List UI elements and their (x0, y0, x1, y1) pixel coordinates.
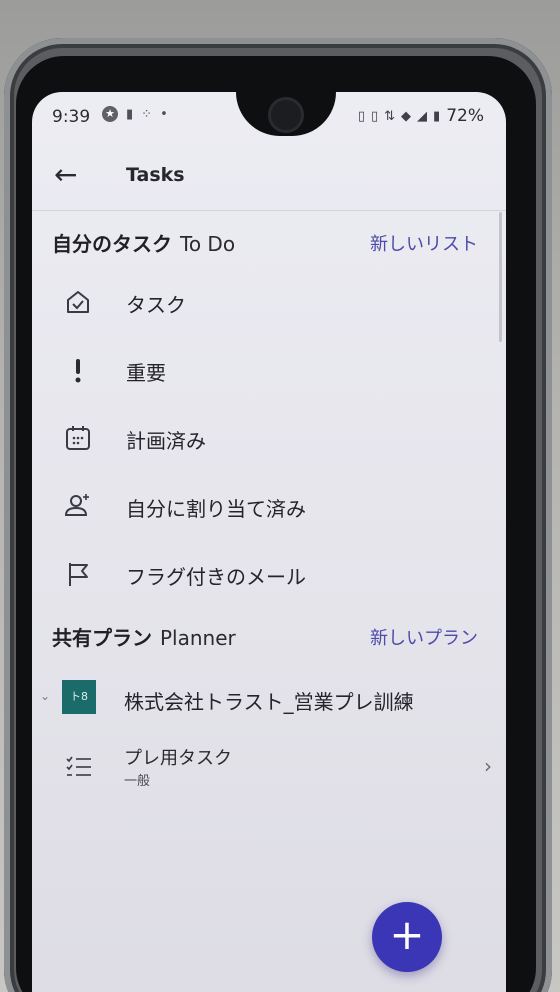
shared-plans-title-text: 共有プラン (52, 626, 152, 650)
notification-app-icon: ▮ (126, 106, 134, 122)
signal-icon: ◢ (417, 108, 428, 124)
new-plan-link[interactable]: 新しいプラン (370, 624, 478, 650)
house-check-icon (62, 286, 94, 318)
my-tasks-subtitle: To Do (180, 232, 236, 256)
plan-name: 株式会社トラスト_営業プレ訓練 (124, 690, 414, 714)
scrollbar[interactable] (499, 212, 502, 342)
checklist-icon (64, 752, 94, 782)
status-bar: 9:39 ★ ▮ ⁘ • ▯ ▯ ⇅ ◆ ◢ ▮ 72% (32, 104, 506, 132)
list-item-planned[interactable]: 計画済み (52, 412, 492, 464)
new-list-link[interactable]: 新しいリスト (370, 230, 478, 256)
notification-dot-icon: • (160, 106, 168, 122)
nfc-icon: ▯ (357, 108, 365, 124)
exclamation-icon (62, 354, 94, 386)
person-add-icon (62, 490, 94, 522)
my-tasks-title: 自分のタスク To Do (52, 228, 235, 257)
phone-screen: 9:39 ★ ▮ ⁘ • ▯ ▯ ⇅ ◆ ◢ ▮ 72% ← Tasks 自分の… (32, 92, 506, 992)
vibrate-icon: ▯ (370, 108, 379, 124)
list-item-label: 自分に割り当て済み (126, 497, 306, 521)
wifi-icon: ◆ (401, 108, 412, 124)
page-title: Tasks (126, 164, 185, 186)
plan-task-list-row[interactable]: プレ用タスク 一般 › (52, 740, 492, 800)
list-item-flagged-email[interactable]: フラグ付きのメール (52, 548, 492, 600)
notification-misc-icon: ⁘ (141, 106, 153, 122)
calendar-icon (62, 422, 94, 454)
back-arrow-icon[interactable]: ← (54, 160, 84, 190)
data-arrows-icon: ⇅ (384, 108, 396, 124)
list-item-assigned-to-me[interactable]: 自分に割り当て済み (52, 480, 492, 532)
list-item-label: 重要 (126, 361, 166, 385)
list-item-important[interactable]: 重要 (52, 344, 492, 396)
battery-percent: 72% (446, 106, 484, 126)
status-right-icons: ▯ ▯ ⇅ ◆ ◢ ▮ 72% (358, 106, 484, 126)
notification-star-icon: ★ (102, 106, 118, 122)
shared-plans-title: 共有プラン Planner (52, 622, 236, 651)
task-list-title: プレ用タスク (124, 748, 232, 769)
my-tasks-header: 自分のタスク To Do 新しいリスト (52, 228, 486, 260)
list-item-label: タスク (126, 293, 186, 317)
shared-plans-subtitle: Planner (160, 626, 236, 650)
notification-icons: ★ ▮ ⁘ • (102, 106, 168, 122)
flag-icon (62, 558, 94, 590)
list-item-label: 計画済み (126, 429, 206, 453)
my-tasks-title-text: 自分のタスク (52, 232, 172, 256)
shared-plans-header: 共有プラン Planner 新しいプラン (52, 622, 486, 654)
add-fab-button[interactable]: + (372, 902, 442, 972)
plan-group-row[interactable]: ⌄ ト8 株式会社トラスト_営業プレ訓練 (40, 674, 490, 726)
list-item-label: フラグ付きのメール (126, 565, 306, 589)
chevron-right-icon: › (484, 754, 492, 778)
list-item-tasks[interactable]: タスク (52, 276, 492, 328)
chevron-down-icon[interactable]: ⌄ (40, 689, 50, 703)
plan-avatar-badge: ト8 (62, 680, 96, 714)
status-time: 9:39 (52, 107, 91, 127)
task-list-subtitle: 一般 (124, 774, 151, 789)
battery-icon: ▮ (433, 108, 441, 124)
app-bar: ← Tasks (32, 150, 506, 211)
